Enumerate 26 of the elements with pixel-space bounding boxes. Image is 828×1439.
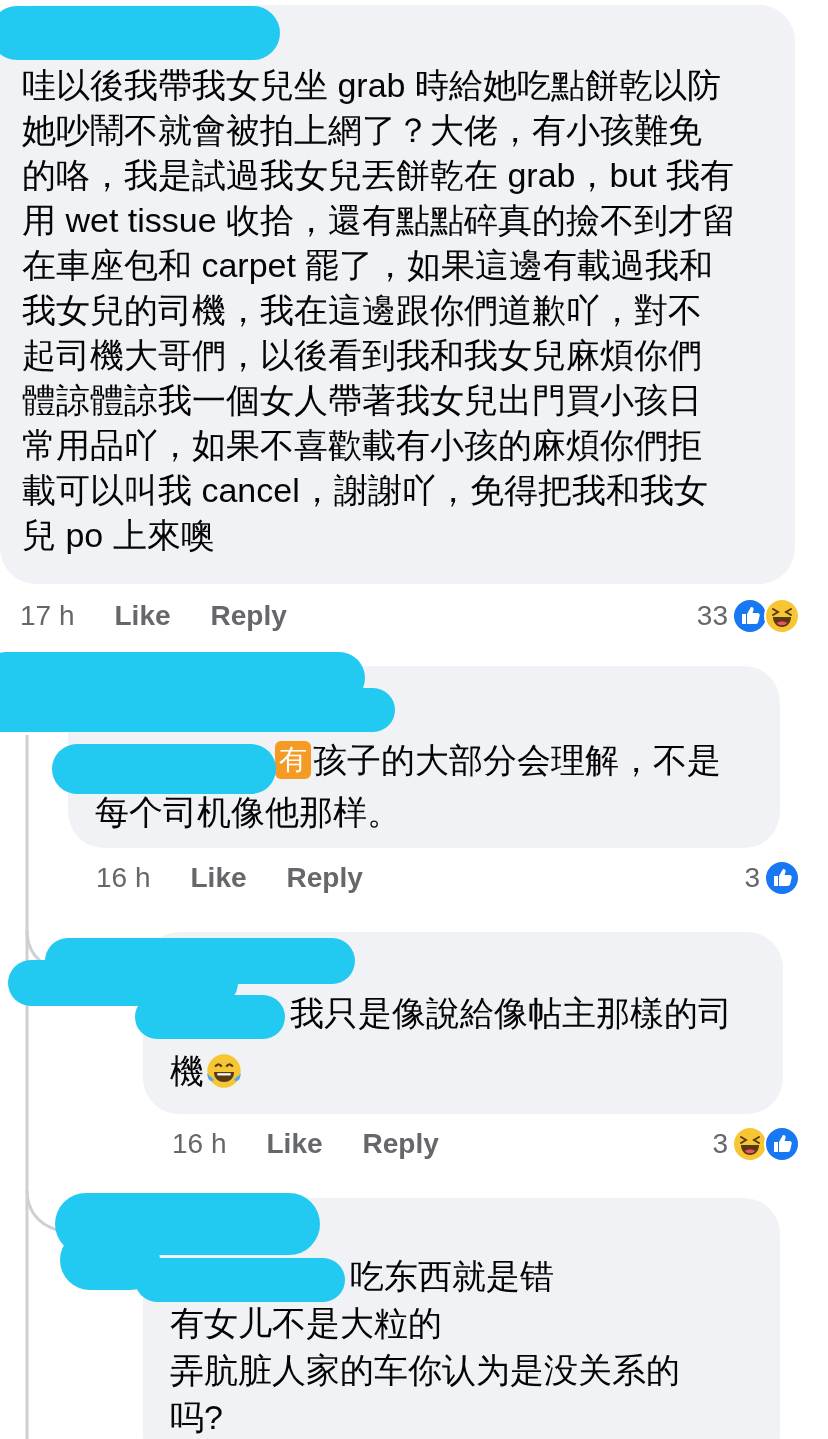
like-link[interactable]: Like xyxy=(114,595,171,637)
reply-link[interactable]: Reply xyxy=(362,1123,439,1165)
comment-time: 17 h xyxy=(20,599,75,633)
like-link[interactable]: Like xyxy=(266,1123,323,1165)
reply-link[interactable]: Reply xyxy=(210,595,287,637)
comment-text: 吃东西就是错 xyxy=(350,1256,554,1297)
like-reaction-icon xyxy=(764,1126,800,1162)
reply-link[interactable]: Reply xyxy=(286,857,363,899)
like-link[interactable]: Like xyxy=(190,857,247,899)
laughing-tears-icon xyxy=(204,1051,244,1091)
comment-text: 機 xyxy=(170,1052,204,1090)
comment-time: 16 h xyxy=(96,861,151,895)
comment-text: 每个司机像他那样。 xyxy=(95,793,401,831)
comment-text: 哇以後我帶我女兒坐 grab 時給她吃點餅乾以防 她吵鬧不就會被拍上網了？大佬，有小孩難免 的咯，我是試過我女兒丟餅乾在 grab，but 我有 用 wet tissue 收拾，還有點點碎真的撿不到才留 在車座包和 carpet 罷了，如果這邊有載過我和 我女兒的司機，我在這邊跟你們道歉吖，對不 起司機大哥們，以後看到我和我女兒麻煩你們 體諒體諒我一個女人帶著我女兒出門買小孩日 常用品吖，如果不喜歡載有小孩的麻煩你們拒 載可以叫我 cancel，謝謝吖，免得把我和我女 兒 po 上來噢 xyxy=(22,66,737,554)
laughing-face-icon xyxy=(732,1126,768,1162)
laughing-face-icon xyxy=(764,598,800,634)
comment-time: 16 h xyxy=(172,1127,227,1161)
reaction-count: 3 xyxy=(744,861,760,895)
comment-text: 孩子的大部分会理解，不是 xyxy=(313,740,721,781)
reaction-count: 3 xyxy=(712,1127,728,1161)
like-reaction-icon xyxy=(732,598,768,634)
emoji-badge: 有 xyxy=(275,741,311,779)
like-reaction-icon xyxy=(764,860,800,896)
comment-text: 有女儿不是大粒的 弄肮脏人家的车你认为是没关系的 吗? xyxy=(170,1304,680,1436)
comment-text: 我只是像說給像帖主那樣的司 xyxy=(290,993,732,1034)
reaction-count: 33 xyxy=(696,599,728,633)
